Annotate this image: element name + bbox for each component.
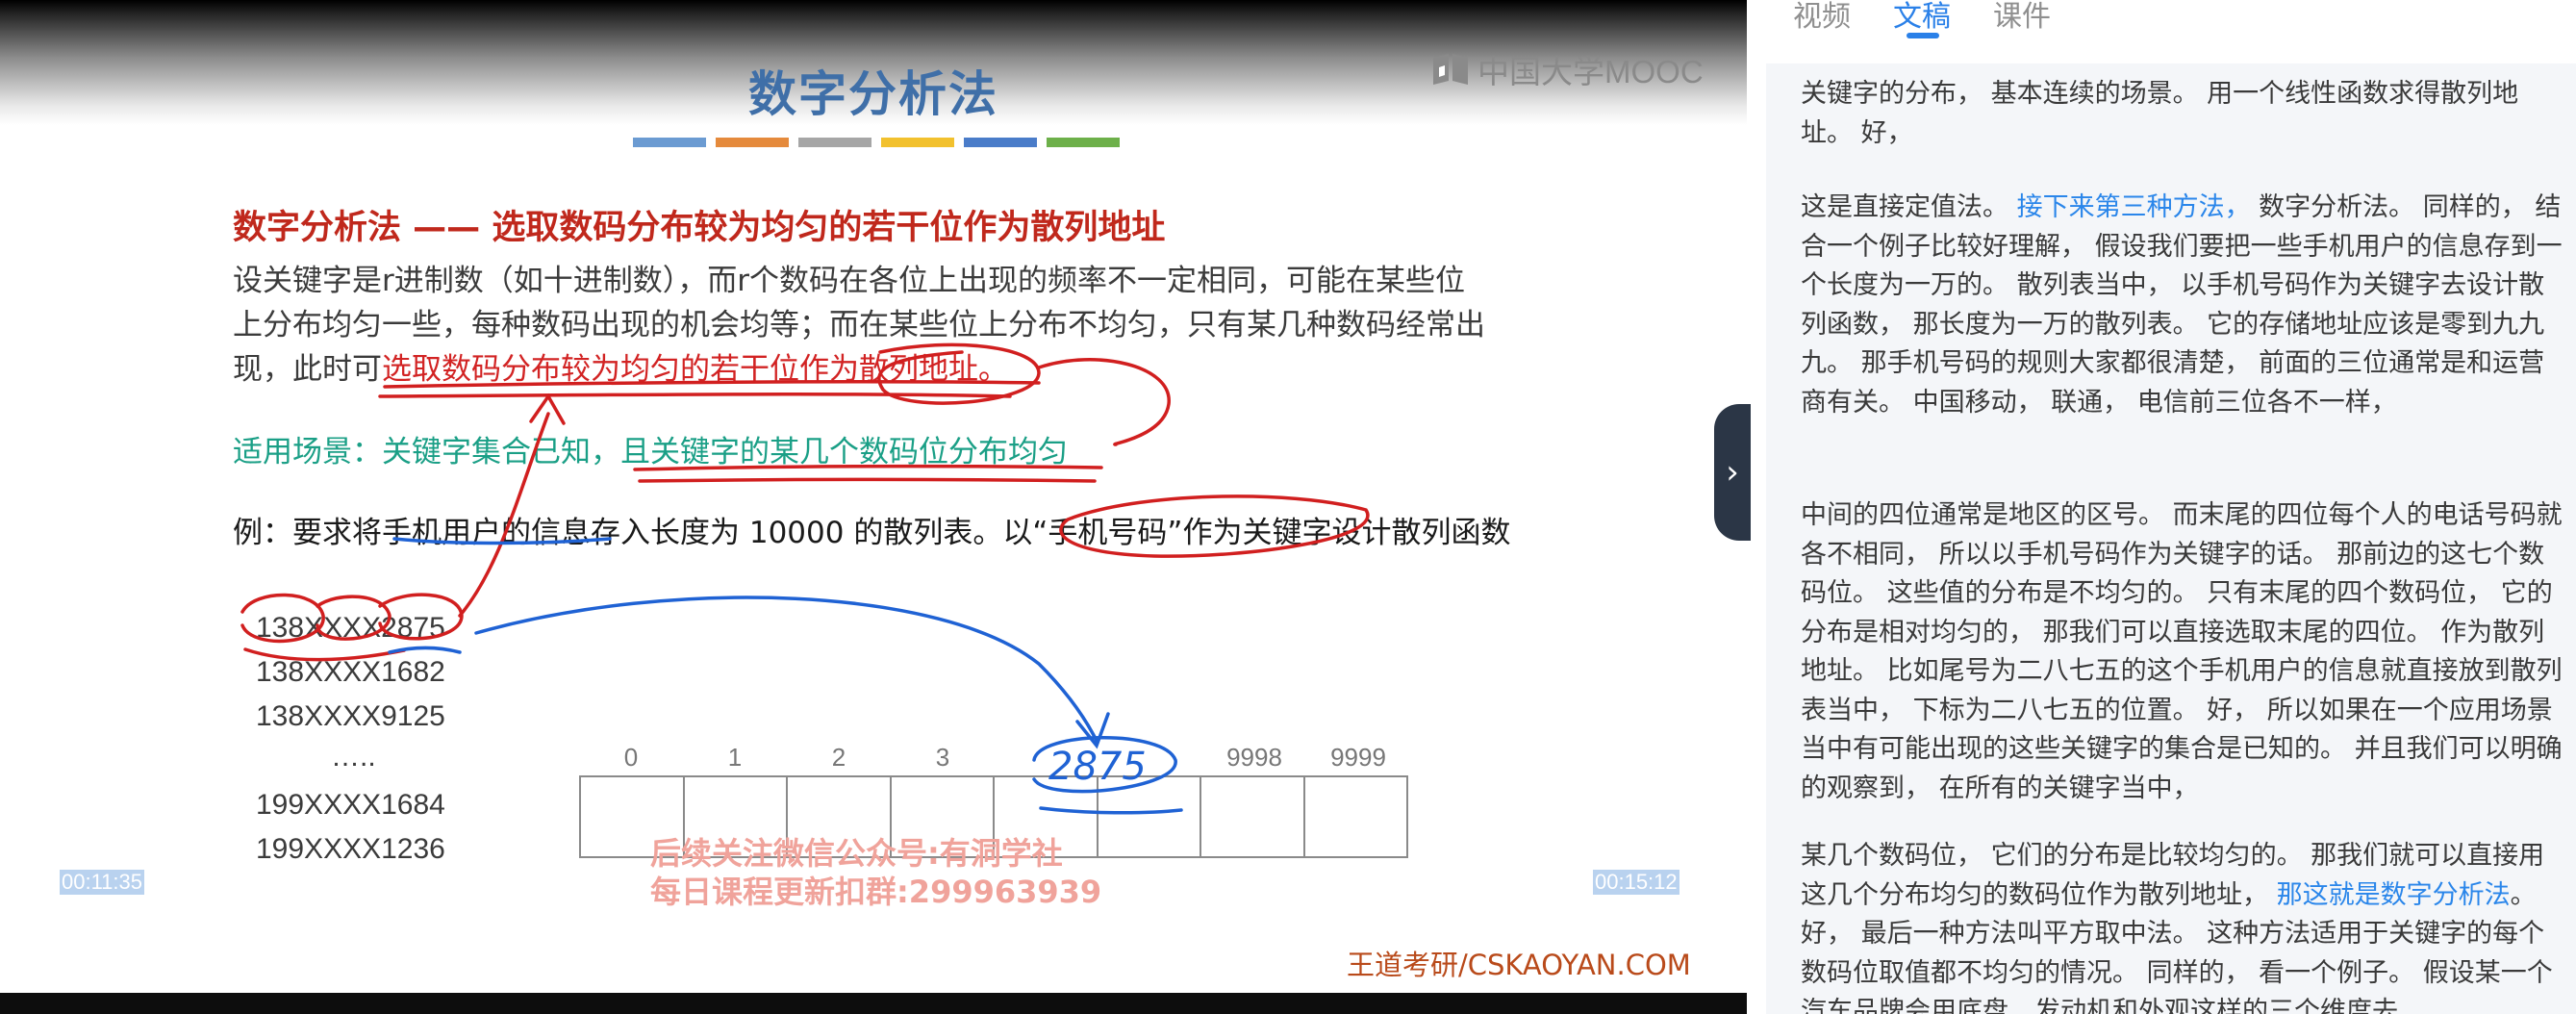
mooc-book-icon (1433, 54, 1468, 85)
tab-courseware[interactable]: 课件 (1993, 0, 2051, 35)
red-underline (638, 477, 1097, 483)
transcript-text: 关键字的分布， 基本连续的场景。 用一个线性函数求得散列地址。 好， (1801, 79, 2519, 148)
phone-number: 138XXXX1682 (256, 656, 445, 688)
color-bar (964, 138, 1037, 147)
transcript-paragraph: 某几个数码位， 它们的分布是比较均匀的。 那我们就可以直接用这几个分布均匀的数码… (1801, 837, 2566, 1014)
video-player[interactable]: 数字分析法 中国大学MOOC 数字分析法 —— 选取数码分布较为均匀的若干位作为… (0, 0, 1747, 1014)
transcript-panel[interactable]: 关键字的分布， 基本连续的场景。 用一个线性函数求得散列地址。 好， 这是直接定… (1766, 63, 2576, 1014)
phone-number: 138XXXX9125 (256, 700, 445, 732)
total-time: 00:15:12 (1593, 870, 1679, 895)
transcript-paragraph: 这是直接定值法。 接下来第三种方法， 数字分析法。 同样的， 结合一个例子比较好… (1801, 189, 2566, 422)
hash-table-cell (1099, 777, 1201, 856)
transcript-text: 数字分析法。 同样的， 结合一个例子比较好理解， 假设我们要把一些手机用户的信息… (1801, 192, 2563, 418)
blue-arrow (474, 596, 1099, 743)
table-index: 2 (831, 743, 846, 772)
blue-arrowhead (1075, 712, 1110, 749)
hash-table-cell (1305, 777, 1407, 856)
color-bar (798, 138, 871, 147)
transcript-current-sentence[interactable]: 那这就是数字分析法 (2277, 880, 2511, 910)
red-arrowhead (529, 393, 566, 425)
panel-tabs: 视频 文稿 课件 (1793, 0, 2051, 38)
slide-heading: 数字分析法 —— 选取数码分布较为均匀的若干位作为散列地址 (233, 209, 1166, 247)
red-underline (378, 392, 1012, 398)
table-index: 1 (727, 743, 743, 772)
hash-table-cell (1201, 777, 1305, 856)
color-bar (881, 138, 954, 147)
scenario-rest: 且关键字的某几个数码位分布均匀 (620, 435, 1068, 469)
slide-color-bars (633, 138, 1120, 147)
transcript-text: 这是直接定值法。 (1801, 192, 2017, 222)
transcript-paragraph: 中间的四位通常是地区的区号。 而末尾的四位每个人的电话号码就各不相同， 所以以手… (1801, 496, 2566, 808)
slide-example: 例：要求将手机用户的信息存入长度为 10000 的散列表。以“手机号码”作为关键… (233, 516, 1511, 550)
slide-paragraph-prefix: 现，此时可 (233, 352, 382, 387)
phone-number: 138XXXX2875 (256, 612, 445, 644)
slide-paragraph-line: 设关键字是r进制数（如十进制数），而r个数码在各位上出现的频率不一定相同，可能在… (233, 264, 1465, 298)
watermark-line: 每日课程更新扣群:299963939 (650, 874, 1102, 910)
video-bottom-bar (0, 993, 1747, 1014)
slide-paragraph-line: 现，此时可选取数码分布较为均匀的若干位作为散列地址。 (233, 344, 1008, 388)
transcript-text: 中间的四位通常是地区的区号。 而末尾的四位每个人的电话号码就各不相同， 所以以手… (1801, 500, 2563, 803)
collapse-panel-button[interactable]: › (1714, 404, 1751, 541)
phone-number: 199XXXX1684 (256, 789, 445, 821)
tab-video[interactable]: 视频 (1793, 0, 1851, 35)
phone-ellipsis: ….. (331, 741, 376, 773)
blue-underline (388, 646, 462, 654)
slide-paragraph-highlight: 选取数码分布较为均匀的若干位作为散列地址。 (382, 352, 1008, 387)
mooc-logo-text: 中国大学MOOC (1477, 54, 1704, 89)
transcript-paragraph: 关键字的分布， 基本连续的场景。 用一个线性函数求得散列地址。 好， (1801, 75, 2566, 153)
current-time: 00:11:35 (60, 870, 145, 895)
table-index: 3 (935, 743, 950, 772)
tab-transcript[interactable]: 文稿 (1893, 0, 1951, 38)
active-tab-indicator (1907, 33, 1939, 38)
color-bar (716, 138, 789, 147)
mooc-logo: 中国大学MOOC (1431, 46, 1704, 92)
brand-watermark: 王道考研/CSKAOYAN.COM (1347, 949, 1691, 981)
tab-transcript-label: 文稿 (1893, 0, 1951, 34)
slide-scenario: 适用场景：关键字集合已知，且关键字的某几个数码位分布均匀 (233, 427, 1068, 470)
scenario-prefix: 适用场景：关键字集合已知， (233, 435, 620, 469)
transcript-current-sentence[interactable]: 接下来第三种方法， (2017, 192, 2251, 222)
color-bar (1047, 138, 1120, 147)
table-index: 0 (623, 743, 639, 772)
slide-paragraph-line: 上分布均匀一些，每种数码出现的机会均等；而在某些位上分布不均匀，只有某几种数码经… (233, 308, 1485, 342)
table-index: 9999 (1330, 743, 1386, 772)
color-bar (633, 138, 706, 147)
table-index: 9998 (1226, 743, 1282, 772)
chevron-right-icon: › (1726, 453, 1739, 492)
phone-number: 199XXXX1236 (256, 833, 445, 865)
